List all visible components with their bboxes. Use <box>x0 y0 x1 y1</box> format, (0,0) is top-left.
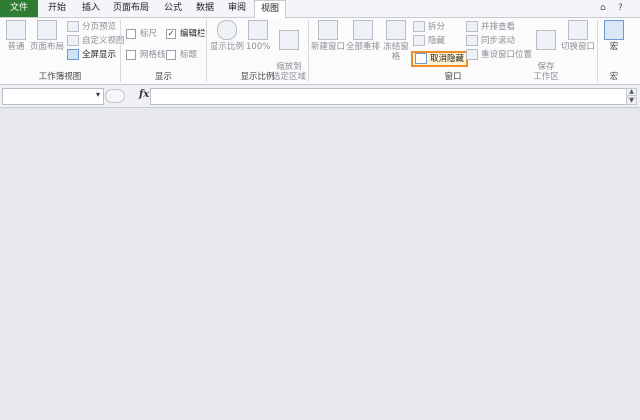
show-group-label: 显示 <box>154 72 172 82</box>
tab-view[interactable]: 视图 <box>254 0 286 18</box>
formula-input[interactable] <box>150 88 628 105</box>
zoom-100-button[interactable]: 100% <box>246 20 270 52</box>
new-window-button[interactable]: 新建窗口 <box>311 20 345 52</box>
reset-window-position-button[interactable]: 重设窗口位置 <box>466 49 532 61</box>
page-layout-view-button[interactable]: 页面布局 <box>30 20 64 52</box>
formula-bar: ▾ fx ▲ ▼ <box>0 85 640 108</box>
hide-icon <box>413 35 425 46</box>
hide-button[interactable]: 隐藏 <box>413 35 445 47</box>
gridlines-checkbox[interactable]: 网格线 <box>126 49 166 61</box>
formula-bar-checkbox[interactable]: ✓ 编辑栏 <box>166 28 206 40</box>
tab-data[interactable]: 数据 <box>190 0 220 17</box>
normal-view-icon <box>6 20 26 40</box>
split-icon <box>413 21 425 32</box>
checkmark-icon: ✓ <box>166 28 176 39</box>
ruler-checkbox[interactable]: 标尺 <box>126 28 157 40</box>
macros-group-label: 宏 <box>609 72 619 82</box>
chevron-down-icon[interactable]: ▾ <box>96 90 100 99</box>
zoom-100-icon <box>248 20 268 40</box>
ribbon: 普通 页面布局 分页预览 自定义视图 全屏显示 工作簿视图 标尺 ✓ 编辑栏 网格… <box>0 18 640 85</box>
arrange-all-button[interactable]: 全部重排 <box>346 20 380 52</box>
scroll-down-icon[interactable]: ▼ <box>626 97 637 105</box>
side-by-side-icon <box>466 21 478 32</box>
normal-view-button[interactable]: 普通 <box>4 20 28 52</box>
tab-formulas[interactable]: 公式 <box>158 0 188 17</box>
zoom-group-label: 显示比例 <box>240 72 275 82</box>
custom-views-icon <box>67 35 79 46</box>
scroll-up-icon[interactable]: ▲ <box>626 88 637 96</box>
custom-views-button[interactable]: 自定义视图 <box>67 35 125 47</box>
macro-icon <box>604 20 624 40</box>
checkbox-icon <box>126 28 136 39</box>
switch-windows-button[interactable]: 切换窗口 <box>561 20 595 52</box>
arrange-all-icon <box>353 20 373 40</box>
tab-file[interactable]: 文件 <box>0 0 38 17</box>
synchronous-scrolling-button[interactable]: 同步滚动 <box>466 35 515 47</box>
zoom-button[interactable]: 显示比例 <box>209 20 245 52</box>
unhide-button[interactable]: 取消隐藏 <box>410 51 469 67</box>
tab-home[interactable]: 开始 <box>42 0 72 17</box>
view-side-by-side-button[interactable]: 并排查看 <box>466 21 515 33</box>
switch-windows-icon <box>568 20 588 40</box>
insert-function-icon[interactable]: fx <box>139 89 149 100</box>
headings-checkbox[interactable]: 标题 <box>166 49 197 61</box>
freeze-panes-button[interactable]: 冻结窗格 <box>381 20 411 62</box>
window-group-label: 窗口 <box>444 72 462 82</box>
expand-collapse-button[interactable] <box>105 89 125 103</box>
new-window-icon <box>318 20 338 40</box>
ribbon-tabs: 文件 开始 插入 页面布局 公式 数据 审阅 视图 ⌂ ? <box>0 0 640 18</box>
name-box[interactable]: ▾ <box>2 88 104 105</box>
tab-page-layout[interactable]: 页面布局 <box>108 0 154 17</box>
sync-scroll-icon <box>466 35 478 46</box>
reset-position-icon <box>466 49 478 60</box>
full-screen-icon <box>67 49 79 60</box>
macros-button[interactable]: 宏 <box>602 20 626 52</box>
minimize-ribbon-icon[interactable]: ⌂ <box>600 3 606 13</box>
tab-review[interactable]: 审阅 <box>222 0 252 17</box>
page-layout-icon <box>37 20 57 40</box>
tab-insert[interactable]: 插入 <box>76 0 106 17</box>
unhide-icon <box>415 53 427 64</box>
full-screen-button[interactable]: 全屏显示 <box>67 49 116 61</box>
workspace-area <box>0 108 640 420</box>
checkbox-icon <box>126 49 136 60</box>
checkbox-icon <box>166 49 176 60</box>
page-break-preview-button[interactable]: 分页预览 <box>67 21 116 33</box>
split-button[interactable]: 拆分 <box>413 21 445 33</box>
save-workspace-icon <box>536 30 556 50</box>
magnifier-icon <box>217 20 237 40</box>
freeze-panes-icon <box>386 20 406 40</box>
help-icon[interactable]: ? <box>618 3 623 13</box>
page-break-icon <box>67 21 79 32</box>
zoom-selection-icon <box>279 30 299 50</box>
workbook-views-group-label: 工作簿视图 <box>38 72 82 82</box>
